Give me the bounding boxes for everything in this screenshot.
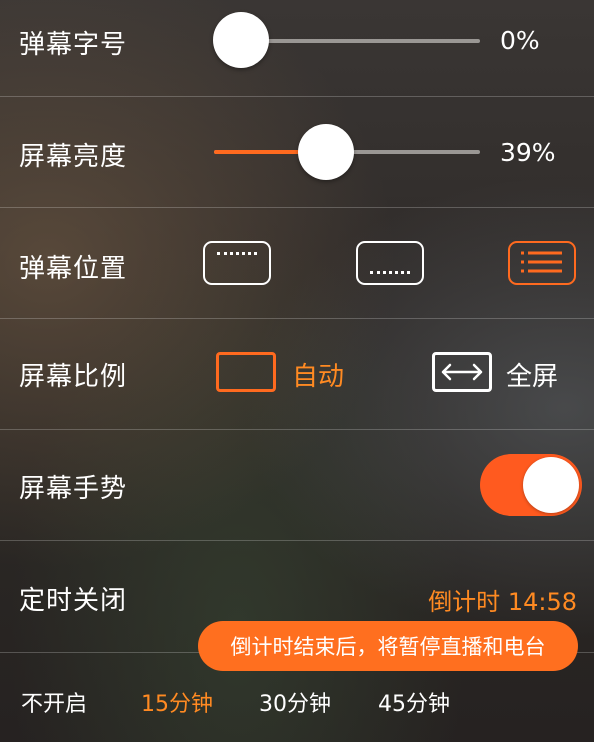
brightness-value: 39% bbox=[500, 138, 556, 167]
sleep-timer-label: 定时关闭 bbox=[19, 586, 128, 616]
ratio-auto-icon[interactable] bbox=[216, 352, 276, 392]
danmu-size-thumb[interactable] bbox=[213, 12, 269, 68]
countdown-tooltip: 倒计时结束后，将暂停直播和电台 bbox=[198, 621, 578, 671]
divider bbox=[0, 429, 594, 430]
position-full-button[interactable] bbox=[508, 241, 576, 285]
position-top-button[interactable] bbox=[203, 241, 271, 285]
expand-arrows-icon bbox=[441, 363, 483, 381]
timer-option-45[interactable]: 45分钟 bbox=[378, 686, 450, 718]
divider bbox=[0, 207, 594, 208]
top-dots-icon bbox=[217, 252, 257, 255]
ratio-full-label[interactable]: 全屏 bbox=[506, 356, 558, 393]
danmu-size-label: 弹幕字号 bbox=[19, 30, 128, 60]
gesture-label: 屏幕手势 bbox=[19, 474, 128, 504]
danmu-position-label: 弹幕位置 bbox=[19, 254, 128, 284]
divider bbox=[0, 96, 594, 97]
bottom-dots-icon bbox=[370, 271, 410, 274]
countdown-time: 14:58 bbox=[507, 588, 577, 616]
ratio-full-icon[interactable] bbox=[432, 352, 492, 392]
brightness-label: 屏幕亮度 bbox=[19, 142, 128, 172]
countdown-label: 倒计时 bbox=[428, 588, 501, 616]
gesture-toggle[interactable] bbox=[480, 454, 582, 516]
timer-option-off[interactable]: 不开启 bbox=[21, 686, 87, 718]
full-lines-icon bbox=[521, 251, 562, 273]
brightness-thumb[interactable] bbox=[298, 124, 354, 180]
ratio-auto-label[interactable]: 自动 bbox=[292, 356, 344, 393]
aspect-ratio-label: 屏幕比例 bbox=[19, 362, 128, 392]
divider bbox=[0, 540, 594, 541]
gesture-toggle-knob[interactable] bbox=[523, 457, 579, 513]
timer-option-15[interactable]: 15分钟 bbox=[141, 686, 213, 718]
timer-option-30[interactable]: 30分钟 bbox=[259, 686, 331, 718]
countdown-display: 倒计时 14:58 bbox=[428, 582, 577, 617]
divider bbox=[0, 318, 594, 319]
position-bottom-button[interactable] bbox=[356, 241, 424, 285]
danmu-size-value: 0% bbox=[500, 26, 540, 55]
